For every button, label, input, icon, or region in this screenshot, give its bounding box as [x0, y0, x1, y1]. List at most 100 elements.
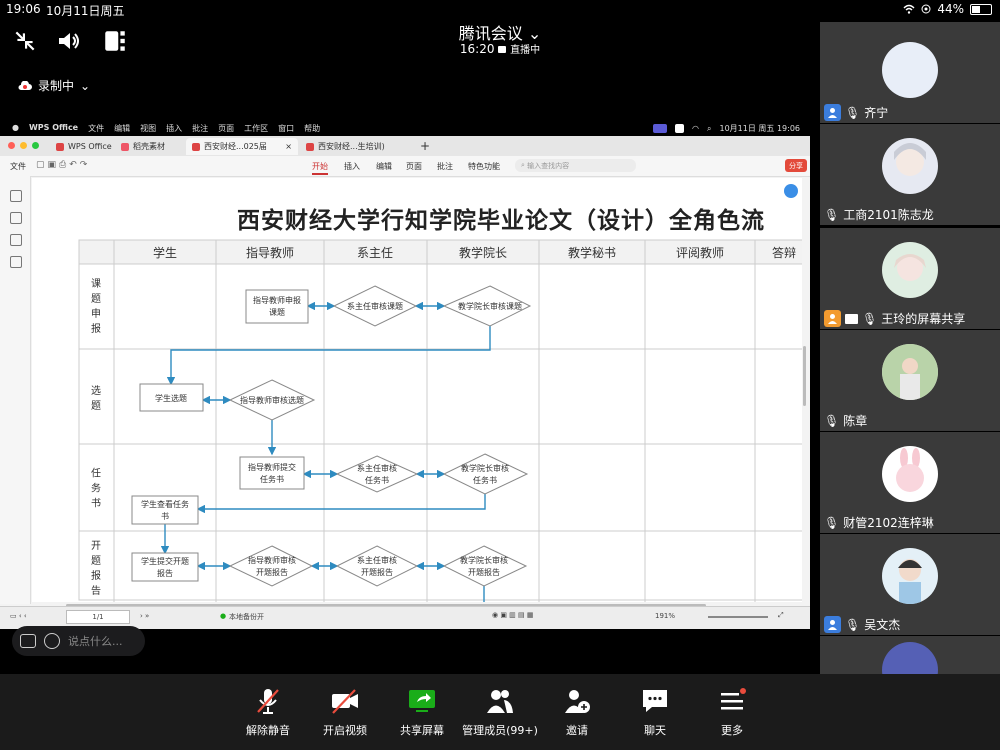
mac-menus: ● WPS Office 文件 编辑 视图 插入 批注 页面 工作区 窗口 帮助	[12, 123, 320, 134]
avatar	[882, 642, 938, 676]
row-label: 课题申报	[91, 278, 101, 335]
participant-tile[interactable]: 🎙︎ 齐宁	[820, 22, 1000, 123]
mac-menu-bar: ● WPS Office 文件 编辑 视图 插入 批注 页面 工作区 窗口 帮助…	[0, 121, 810, 136]
vertical-scrollbar[interactable]	[803, 346, 806, 406]
next-page-icon[interactable]: › »	[140, 612, 149, 620]
manage-members-button[interactable]: 管理成员(99+)	[460, 686, 540, 738]
mac-menu-item[interactable]: 插入	[166, 123, 182, 134]
chat-button[interactable]: 聊天	[620, 686, 690, 738]
mac-status-items: ◠ ⌕ 10月11日 周五 19:06	[653, 123, 800, 134]
column-header: 指导教师	[246, 245, 294, 260]
tab-features[interactable]: 特色功能	[468, 161, 500, 172]
avatar	[882, 138, 938, 194]
mac-menu-item[interactable]: 视图	[140, 123, 156, 134]
quick-toolbar-icons[interactable]: ▢▣⎙↶↷	[36, 160, 90, 170]
thumbnail-icon[interactable]	[10, 212, 22, 224]
wps-tray-icon[interactable]	[675, 124, 685, 133]
search-input[interactable]: ⌕ 输入查找内容	[515, 159, 636, 172]
timer-value: 16:20	[459, 42, 495, 56]
zoom-slider[interactable]	[708, 616, 768, 618]
close-icon[interactable]: ×	[285, 142, 292, 151]
status-time: 19:06	[6, 2, 41, 16]
screen-share-icon	[845, 313, 858, 324]
participant-name: 陈章	[843, 414, 868, 428]
mic-muted-icon: 🎙︎	[845, 617, 861, 632]
minimize-window-icon[interactable]	[20, 142, 27, 149]
tab-doc-active[interactable]: 西安财经...025届 ×	[186, 138, 298, 155]
page-indicator[interactable]: 1/1	[66, 610, 130, 624]
participant-tile[interactable]: 🎙︎ 陈章	[820, 330, 1000, 431]
zoom-level[interactable]: 191%	[655, 612, 675, 620]
battery-icon	[970, 3, 992, 15]
tab-doc-2[interactable]: 西安财经...生培训)	[300, 138, 391, 155]
copy-icon[interactable]	[10, 256, 22, 268]
more-button[interactable]: 更多	[697, 686, 767, 738]
bookmark-icon[interactable]	[10, 190, 22, 202]
unmute-button[interactable]: 解除静音	[233, 686, 303, 738]
backup-status-icon: ●	[220, 612, 227, 620]
wifi-icon[interactable]: ◠	[692, 124, 699, 133]
participant-tile[interactable]	[820, 636, 1000, 676]
participant-tile[interactable]: 🎙︎ 工商2101陈志龙	[820, 124, 1000, 225]
new-tab-icon[interactable]: +	[420, 139, 430, 153]
mac-menu-item[interactable]: 批注	[192, 123, 208, 134]
user-icon	[824, 310, 841, 327]
mac-menu-item[interactable]: 文件	[88, 123, 104, 134]
search-icon[interactable]: ⌕	[707, 124, 711, 134]
menu-file[interactable]: 文件	[10, 161, 26, 172]
mac-menu-item[interactable]: 编辑	[114, 123, 130, 134]
participant-name: 吴文杰	[864, 618, 901, 632]
share-button[interactable]: 分享	[785, 159, 807, 172]
participant-name: 齐宁	[864, 106, 889, 120]
participant-tile[interactable]: 🎙︎ 吴文杰	[820, 534, 1000, 635]
mac-menu-item[interactable]: 窗口	[278, 123, 294, 134]
backup-status[interactable]: 本地备份开	[229, 612, 264, 622]
emoji-icon[interactable]	[44, 633, 60, 649]
tab-daoke[interactable]: 稻壳素材	[115, 138, 171, 155]
participant-name: 财管2102连梓琳	[843, 516, 934, 530]
fullscreen-icon[interactable]: ⤢	[778, 611, 784, 620]
participant-tile[interactable]: 🎙︎ 财管2102连梓琳	[820, 432, 1000, 533]
participant-name-row: 🎙︎ 王玲的屏幕共享	[824, 310, 965, 327]
apple-icon[interactable]: ●	[12, 123, 19, 134]
column-header: 答辩	[772, 245, 796, 260]
row-labels: 课题申报选题任务书开题报告	[91, 278, 101, 597]
wps-window: WPS Office 稻壳素材 西安财经...025届 × 西安财经...生培训)…	[0, 136, 810, 629]
invite-button[interactable]: 邀请	[542, 686, 612, 738]
screen-share-status-icon[interactable]	[653, 124, 668, 133]
tab-edit[interactable]: 编辑	[376, 161, 392, 172]
status-bar: 19:06 10月11日周五 44%	[0, 0, 1000, 20]
avatar	[882, 344, 938, 400]
mac-menu-item[interactable]: 帮助	[304, 123, 320, 134]
participant-tile[interactable]: 🎙︎ 王玲的屏幕共享	[820, 228, 1000, 329]
mic-muted-icon: 🎙︎	[824, 413, 840, 428]
mac-app-name[interactable]: WPS Office	[29, 123, 78, 134]
tab-comment[interactable]: 批注	[437, 161, 453, 172]
status-left-icons[interactable]: ▭ ‹ ‹	[10, 612, 27, 620]
tab-page[interactable]: 页面	[406, 161, 422, 172]
close-window-icon[interactable]	[8, 142, 15, 149]
view-icons[interactable]: ◉ ▣ ▥ ▤ ▦	[492, 611, 533, 619]
tab-home[interactable]: 开始	[312, 161, 328, 175]
recording-indicator[interactable]: 录制中 ⌄	[18, 77, 90, 94]
chevron-down-icon: ⌄	[80, 78, 91, 93]
meeting-control-bar: 解除静音 开启视频 共享屏幕 管理成员(99+) 邀请 聊天 更多	[0, 674, 1000, 750]
pdf-icon	[306, 142, 314, 151]
doc-assistant-icon[interactable]	[784, 184, 798, 198]
share-screen-button[interactable]: 共享屏幕	[387, 686, 457, 738]
wps-sidebar	[0, 176, 31, 604]
chat-bubble-icon	[20, 634, 36, 648]
participant-name-row: 🎙︎ 陈章	[824, 412, 867, 429]
tab-insert[interactable]: 插入	[344, 161, 360, 172]
maximize-window-icon[interactable]	[32, 142, 39, 149]
wps-logo-icon	[56, 142, 64, 151]
status-date: 10月11日周五	[46, 4, 125, 18]
mac-clock[interactable]: 10月11日 周五 19:06	[720, 123, 801, 134]
mac-menu-item[interactable]: 工作区	[244, 123, 268, 134]
status-right: 44%	[903, 2, 992, 16]
comment-icon[interactable]	[10, 234, 22, 246]
start-video-button[interactable]: 开启视频	[310, 686, 380, 738]
chat-input[interactable]: 说点什么...	[12, 626, 145, 656]
tab-wps-office[interactable]: WPS Office	[50, 138, 118, 155]
mac-menu-item[interactable]: 页面	[218, 123, 234, 134]
